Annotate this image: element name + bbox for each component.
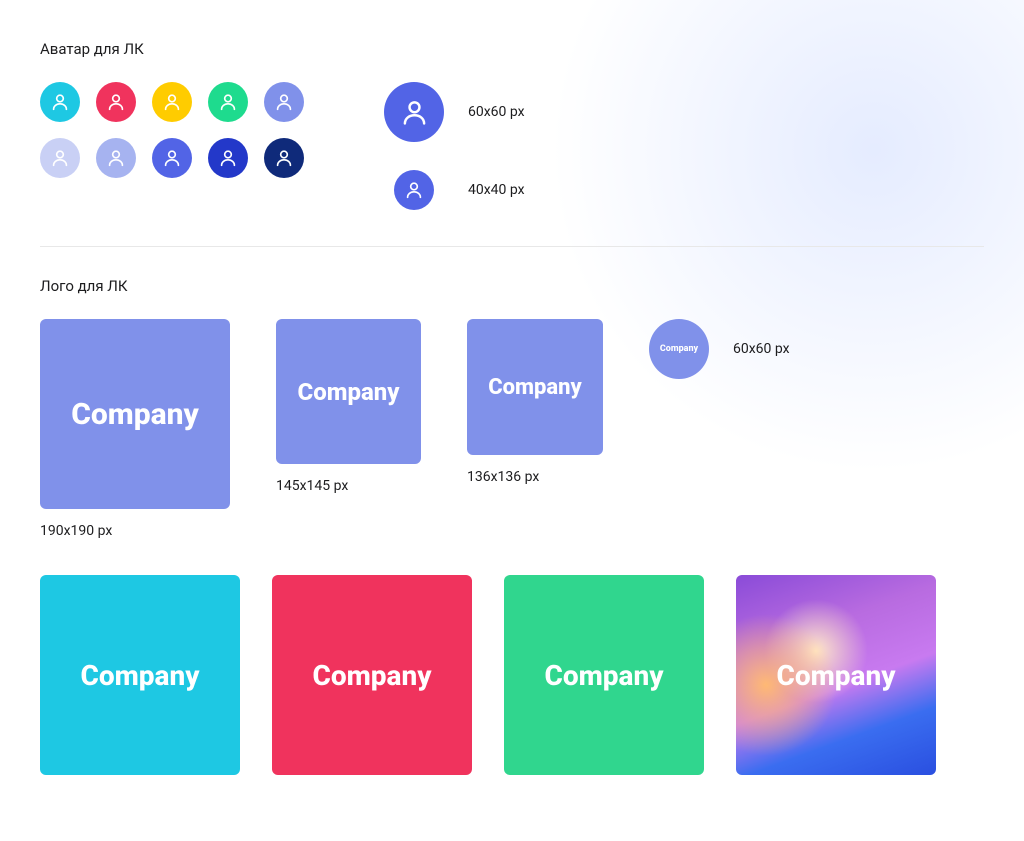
avatar-swatch <box>40 82 80 122</box>
person-icon <box>105 147 127 169</box>
person-icon <box>273 147 295 169</box>
person-icon <box>217 147 239 169</box>
avatar-swatch <box>152 82 192 122</box>
person-icon <box>273 91 295 113</box>
person-icon <box>403 179 425 201</box>
avatar-section-title: Аватар для ЛК <box>40 40 984 58</box>
company-logo-circle: Company <box>649 319 709 379</box>
avatar-swatch-row <box>40 138 304 178</box>
company-logo-tile: Company <box>276 319 421 464</box>
logo-size-column: Company 190х190 рх <box>40 319 230 539</box>
company-logo-tile: Company <box>504 575 704 775</box>
logo-size-label: 190х190 рх <box>40 523 230 539</box>
person-icon <box>105 91 127 113</box>
person-icon <box>398 96 431 129</box>
avatar-size-specimens: 60x60 px 40x40 px <box>384 82 525 210</box>
avatar-swatch <box>96 138 136 178</box>
avatar-specimen-slot <box>384 82 444 142</box>
avatar-specimen-label: 40x40 px <box>468 182 525 198</box>
avatar-swatch <box>264 138 304 178</box>
avatar-block: 60x60 px 40x40 px <box>40 82 984 210</box>
company-logo-tile: Company <box>272 575 472 775</box>
person-icon <box>161 91 183 113</box>
avatar-swatch <box>208 138 248 178</box>
company-logo-tile-gradient: Company <box>736 575 936 775</box>
logo-size-column: Company 136х136 рх <box>467 319 603 485</box>
person-icon <box>161 147 183 169</box>
logo-circle-label: 60x60 px <box>733 341 790 357</box>
avatar-specimen-row: 40x40 px <box>384 170 525 210</box>
avatar-specimen <box>384 82 444 142</box>
company-logo-text: Company <box>297 378 399 406</box>
avatar-specimen <box>394 170 434 210</box>
person-icon <box>49 147 71 169</box>
avatar-swatch <box>264 82 304 122</box>
logo-section-title: Лого для ЛК <box>40 277 984 295</box>
company-logo-text: Company <box>660 344 698 354</box>
logo-size-column: Company 145х145 рх <box>276 319 421 494</box>
avatar-swatch-row <box>40 82 304 122</box>
logo-size-row: Company190х190 рхCompany145х145 рхCompan… <box>40 319 984 539</box>
company-logo-text: Company <box>71 397 199 432</box>
avatar-swatch <box>96 82 136 122</box>
avatar-swatch <box>40 138 80 178</box>
company-logo-text: Company <box>776 659 895 692</box>
logo-circle-column: Company 60x60 px <box>649 319 790 379</box>
company-logo-text: Company <box>312 659 431 692</box>
person-icon <box>217 91 239 113</box>
logo-color-row: Company Company Company Company <box>40 575 984 775</box>
avatar-specimen-slot <box>384 170 444 210</box>
avatar-swatch <box>208 82 248 122</box>
person-icon <box>49 91 71 113</box>
company-logo-tile: Company <box>467 319 603 455</box>
company-logo-tile: Company <box>40 319 230 509</box>
avatar-specimen-row: 60x60 px <box>384 82 525 142</box>
avatar-swatch <box>152 138 192 178</box>
avatar-swatch-grid <box>40 82 304 178</box>
company-logo-tile: Company <box>40 575 240 775</box>
logo-size-label: 136х136 рх <box>467 469 603 485</box>
company-logo-text: Company <box>544 659 663 692</box>
logo-size-label: 145х145 рх <box>276 478 421 494</box>
avatar-specimen-label: 60x60 px <box>468 104 525 120</box>
section-divider <box>40 246 984 247</box>
company-logo-text: Company <box>80 659 199 692</box>
company-logo-text: Company <box>488 375 582 400</box>
